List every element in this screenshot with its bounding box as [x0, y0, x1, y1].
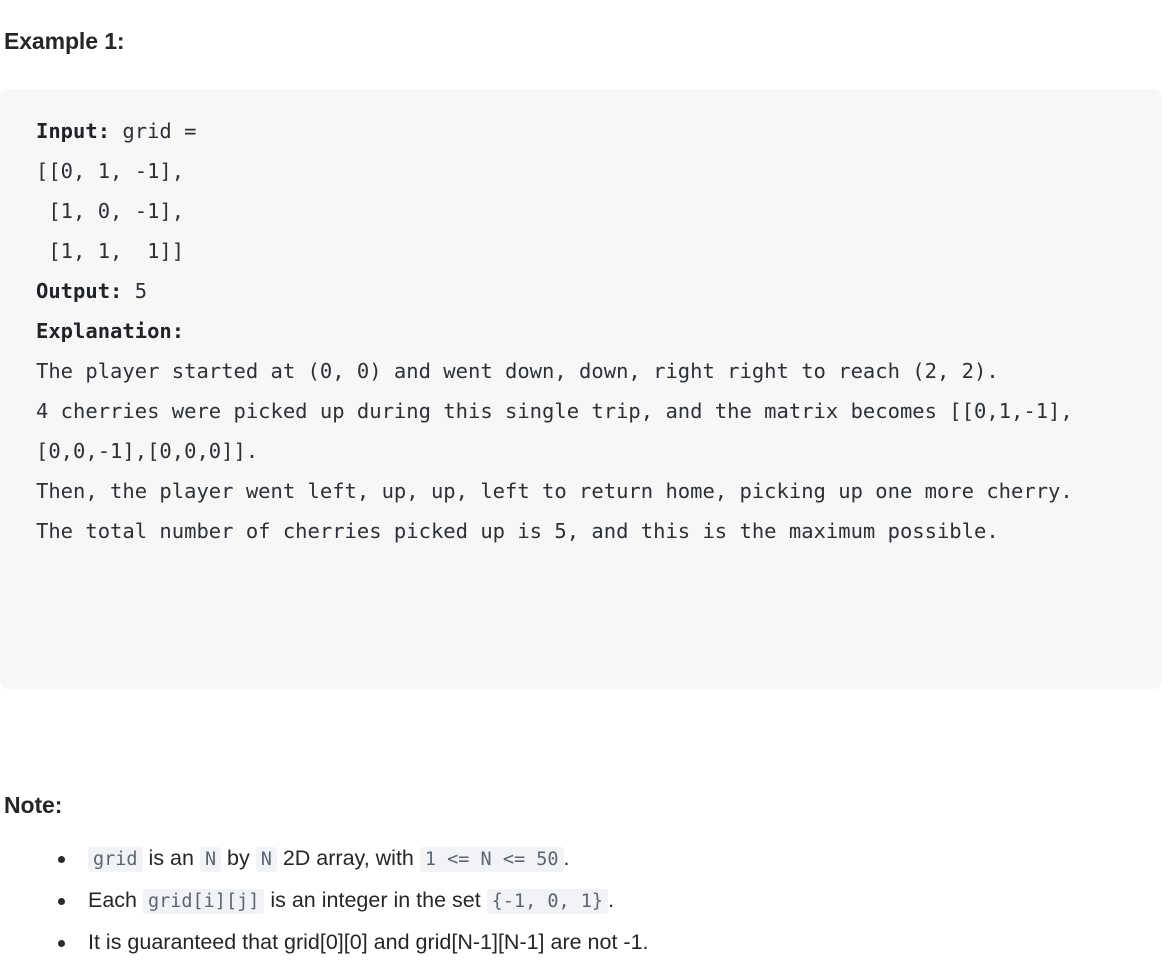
- inline-code: grid[i][j]: [142, 889, 265, 914]
- inline-code: 1 <= N <= 50: [419, 847, 564, 872]
- explanation-sentence-0: The player started at (0, 0) and went do…: [36, 358, 999, 383]
- input-label: Input:: [36, 118, 111, 143]
- input-line: Input: grid =: [36, 111, 1132, 151]
- note-list-item: Each grid[i][j] is an integer in the set…: [0, 880, 1162, 922]
- output-value: 5: [122, 278, 148, 303]
- inline-code: {-1, 0, 1}: [486, 889, 609, 914]
- grid-row-1: [1, 0, -1],: [36, 198, 185, 223]
- note-text-run: by: [221, 846, 256, 870]
- output-label: Output:: [36, 278, 123, 303]
- explanation-sentence-2: Then, the player went left, up, up, left…: [36, 478, 1073, 503]
- inline-code: grid: [88, 847, 143, 872]
- explanation-sentence-1: 4 cherries were picked up during this si…: [36, 398, 1073, 463]
- note-text-run: is an integer in the set: [264, 888, 487, 912]
- note-text-run: Each: [88, 888, 143, 912]
- problem-description-page: Example 1: Input: grid = [[0, 1, -1], [1,…: [0, 0, 1162, 964]
- input-value: grid =: [110, 118, 197, 143]
- note-heading: Note:: [4, 792, 63, 819]
- grid-row-0: [[0, 1, -1],: [36, 158, 185, 183]
- note-list-item: It is guaranteed that grid[0][0] and gri…: [0, 922, 1162, 963]
- note-text-run: It is guaranteed that grid[0][0] and gri…: [88, 930, 649, 954]
- note-text-run: .: [608, 888, 615, 912]
- note-text-run: is an: [142, 846, 200, 870]
- note-list-item: grid is an N by N 2D array, with 1 <= N …: [0, 838, 1162, 880]
- inline-code: N: [199, 847, 222, 872]
- bullet-icon: [58, 856, 65, 863]
- example-heading: Example 1:: [4, 28, 125, 55]
- bullet-icon: [58, 940, 65, 947]
- bullet-icon: [58, 898, 65, 905]
- explanation-label: Explanation:: [36, 318, 185, 343]
- note-list: grid is an N by N 2D array, with 1 <= N …: [0, 838, 1162, 963]
- note-text-run: 2D array, with: [276, 846, 420, 870]
- example-code-block: Input: grid = [[0, 1, -1], [1, 0, -1], [1…: [0, 88, 1162, 689]
- grid-row-2: [1, 1, 1]]: [36, 238, 185, 263]
- explanation-line: Explanation:: [36, 311, 1132, 351]
- output-line: Output: 5: [36, 271, 1132, 311]
- explanation-sentence-3: The total number of cherries picked up i…: [36, 518, 999, 543]
- inline-code: N: [255, 847, 277, 872]
- note-text-run: .: [563, 846, 570, 870]
